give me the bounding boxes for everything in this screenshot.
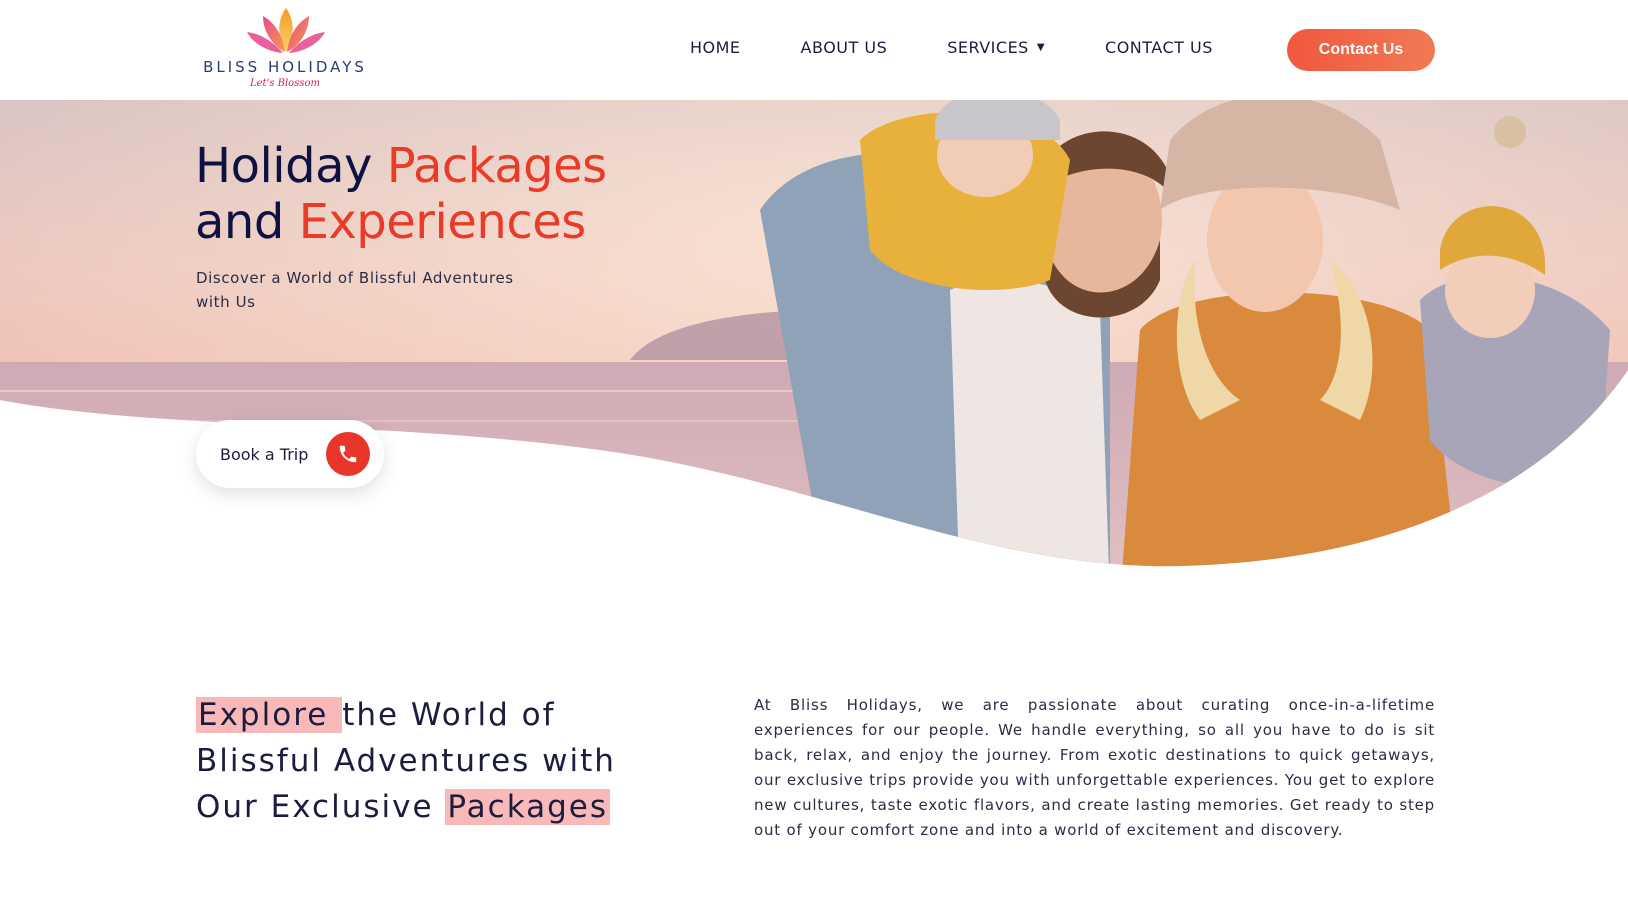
hero-subtitle: Discover a World of Blissful Adventures … [196,269,514,311]
nav-about-us[interactable]: ABOUT US [801,38,888,57]
brand-name: BLISS HOLIDAYS [203,58,367,76]
nav-services[interactable]: SERVICES ▼ [947,38,1045,57]
nav-services-label: SERVICES [947,38,1029,57]
hero-title: Holiday Packages and Experiences [195,138,607,250]
main-nav: HOME ABOUT US SERVICES ▼ CONTACT US [690,38,1273,57]
explore-heading: Explore the World of Blissful Adventures… [196,692,656,830]
book-trip-label: Book a Trip [220,444,309,464]
caret-down-icon: ▼ [1036,42,1046,53]
phone-icon [326,432,370,476]
explore-paragraph: At Bliss Holidays, we are passionate abo… [754,696,1435,839]
nav-home-label: HOME [690,38,741,57]
nav-contact-label: CONTACT US [1105,38,1213,57]
hero-title-part2: and [195,194,299,250]
nav-home[interactable]: HOME [690,38,741,57]
contact-us-button[interactable]: Contact Us [1287,29,1435,71]
site-header: BLISS HOLIDAYS Let's Blossom HOME ABOUT … [0,0,1628,100]
nav-about-label: ABOUT US [800,38,888,57]
hero-title-accent2: Experiences [298,194,587,250]
hero-title-part1: Holiday [195,138,387,194]
lotus-icon [247,8,325,53]
brand-logo[interactable]: BLISS HOLIDAYS Let's Blossom [195,6,375,92]
hero-section: Holiday Packages and Experiences Discove… [0,100,1628,600]
explore-highlight-1: Explore [196,697,343,733]
hero-title-accent1: Packages [386,138,607,194]
explore-highlight-2: Packages [445,789,611,825]
brand-tagline: Let's Blossom [250,78,320,89]
nav-contact-us[interactable]: CONTACT US [1105,38,1213,57]
book-trip-button[interactable]: Book a Trip [196,420,384,488]
